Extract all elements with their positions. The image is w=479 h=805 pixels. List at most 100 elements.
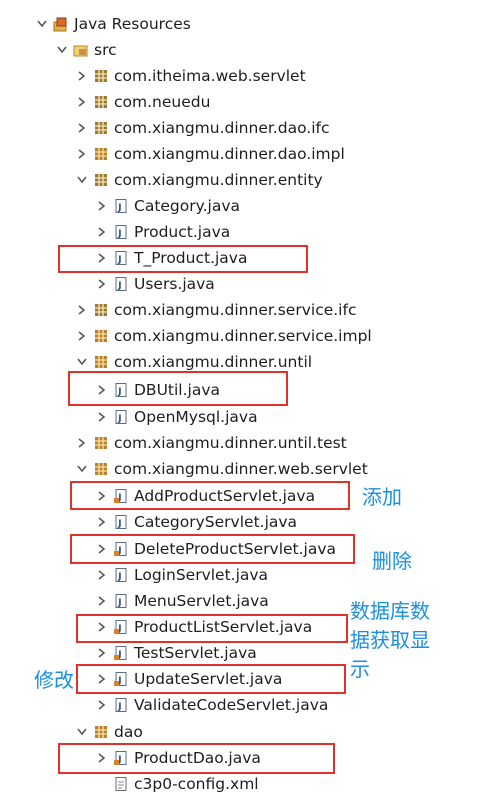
highlight-box — [76, 664, 346, 694]
highlight-box — [70, 534, 355, 564]
tree-node-src[interactable]: src — [56, 37, 117, 63]
chevron-right-icon[interactable] — [76, 147, 88, 161]
tree-label: OpenMysql.java — [134, 408, 258, 426]
java-file-icon: J — [113, 567, 129, 583]
tree-label: Java Resources — [74, 15, 191, 33]
java-file-icon: J — [113, 697, 129, 713]
chevron-right-icon[interactable] — [96, 698, 108, 712]
svg-text:J: J — [117, 519, 121, 529]
annotation-list-line3: 示 — [350, 657, 370, 681]
java-file-icon: J — [113, 409, 129, 425]
chevron-down-icon[interactable] — [76, 462, 88, 476]
chevron-right-icon[interactable] — [76, 69, 88, 83]
chevron-down-icon[interactable] — [76, 173, 88, 187]
package-icon — [93, 68, 109, 84]
tree-label: com.neuedu — [114, 93, 211, 111]
highlight-box — [68, 371, 288, 406]
tree-node-package[interactable]: com.xiangmu.dinner.dao.impl — [76, 141, 345, 167]
svg-text:J: J — [117, 203, 121, 213]
chevron-down-icon[interactable] — [76, 725, 88, 739]
chevron-right-icon[interactable] — [96, 225, 108, 239]
tree-node-config-file[interactable]: c3p0-config.xml — [96, 771, 259, 797]
tree-node-package[interactable]: com.xiangmu.dinner.service.impl — [76, 323, 372, 349]
chevron-right-icon[interactable] — [96, 568, 108, 582]
java-file-icon: J — [113, 593, 129, 609]
highlight-box — [76, 614, 348, 643]
package-icon — [93, 120, 109, 136]
chevron-right-icon[interactable] — [76, 303, 88, 317]
highlight-box — [70, 481, 350, 510]
chevron-right-icon[interactable] — [76, 436, 88, 450]
tree-label: src — [94, 41, 117, 59]
tree-node-package[interactable]: com.xiangmu.dinner.web.servlet — [76, 456, 368, 482]
tree-node-file[interactable]: J TestServlet.java — [96, 640, 257, 666]
svg-text:J: J — [117, 598, 121, 608]
chevron-right-icon[interactable] — [76, 95, 88, 109]
tree-node-file[interactable]: J Category.java — [96, 193, 240, 219]
tree-label: MenuServlet.java — [134, 592, 269, 610]
tree-node-file[interactable]: J ValidateCodeServlet.java — [96, 692, 328, 718]
tree-node-package[interactable]: com.xiangmu.dinner.service.ifc — [76, 297, 356, 323]
chevron-right-icon[interactable] — [96, 410, 108, 424]
chevron-right-icon[interactable] — [76, 121, 88, 135]
tree-label: Users.java — [134, 275, 215, 293]
tree-label: com.itheima.web.servlet — [114, 67, 306, 85]
tree-node-file[interactable]: J OpenMysql.java — [96, 404, 258, 430]
tree-node-package[interactable]: com.itheima.web.servlet — [76, 63, 306, 89]
package-icon-modified — [93, 146, 109, 162]
chevron-right-icon[interactable] — [96, 277, 108, 291]
package-icon-modified — [93, 435, 109, 451]
annotation-update: 修改 — [34, 668, 74, 692]
tree-node-package[interactable]: com.neuedu — [76, 89, 210, 115]
tree-label: TestServlet.java — [134, 644, 257, 662]
tree-label: LoginServlet.java — [134, 566, 269, 584]
highlight-box — [58, 245, 308, 273]
tree-label: com.xiangmu.dinner.entity — [114, 171, 323, 189]
xml-file-icon — [113, 776, 129, 792]
chevron-right-icon[interactable] — [96, 515, 108, 529]
chevron-right-icon[interactable] — [96, 594, 108, 608]
tree-node-file[interactable]: J CategoryServlet.java — [96, 509, 297, 535]
tree-label: c3p0-config.xml — [134, 775, 259, 793]
tree-node-package[interactable]: com.xiangmu.dinner.until.test — [76, 430, 347, 456]
tree-label: Category.java — [134, 197, 240, 215]
highlight-box — [58, 743, 335, 774]
source-folder-icon — [73, 42, 89, 58]
tree-label: com.xiangmu.dinner.service.impl — [114, 327, 372, 345]
chevron-right-icon[interactable] — [76, 329, 88, 343]
svg-text:J: J — [117, 414, 121, 424]
tree-label: CategoryServlet.java — [134, 513, 298, 531]
tree-label: com.xiangmu.dinner.until.test — [114, 434, 347, 452]
package-icon — [93, 94, 109, 110]
svg-text:J: J — [117, 281, 121, 291]
tree-node-file[interactable]: J Product.java — [96, 219, 230, 245]
tree-label: com.xiangmu.dinner.web.servlet — [114, 460, 368, 478]
chevron-down-icon[interactable] — [76, 355, 88, 369]
tree-node-package[interactable]: com.xiangmu.dinner.entity — [76, 167, 323, 193]
svg-text:J: J — [117, 572, 121, 582]
tree-label: com.xiangmu.dinner.dao.ifc — [114, 119, 330, 137]
tree-node-file[interactable]: J LoginServlet.java — [96, 562, 268, 588]
java-resources-icon — [53, 16, 69, 32]
tree-node-java-resources[interactable]: Java Resources — [36, 11, 191, 37]
java-file-icon: J — [113, 224, 129, 240]
chevron-right-icon[interactable] — [96, 646, 108, 660]
chevron-down-icon[interactable] — [36, 17, 48, 31]
chevron-down-icon[interactable] — [56, 43, 68, 57]
tree-node-dao[interactable]: dao — [76, 719, 143, 745]
tree-label: com.xiangmu.dinner.dao.impl — [114, 145, 345, 163]
svg-text:J: J — [117, 229, 121, 239]
tree-node-file[interactable]: J MenuServlet.java — [96, 588, 269, 614]
java-file-icon: J — [113, 198, 129, 214]
package-icon — [93, 172, 109, 188]
annotation-add: 添加 — [362, 485, 402, 509]
tree-node-file[interactable]: J Users.java — [96, 271, 215, 297]
chevron-right-icon[interactable] — [96, 199, 108, 213]
java-file-icon: J — [113, 276, 129, 292]
package-icon-modified — [93, 724, 109, 740]
annotation-list-line1: 数据库数 — [350, 599, 430, 623]
package-icon-modified — [93, 354, 109, 370]
package-icon-modified — [93, 461, 109, 477]
tree-label: dao — [114, 723, 143, 741]
tree-node-package[interactable]: com.xiangmu.dinner.dao.ifc — [76, 115, 330, 141]
